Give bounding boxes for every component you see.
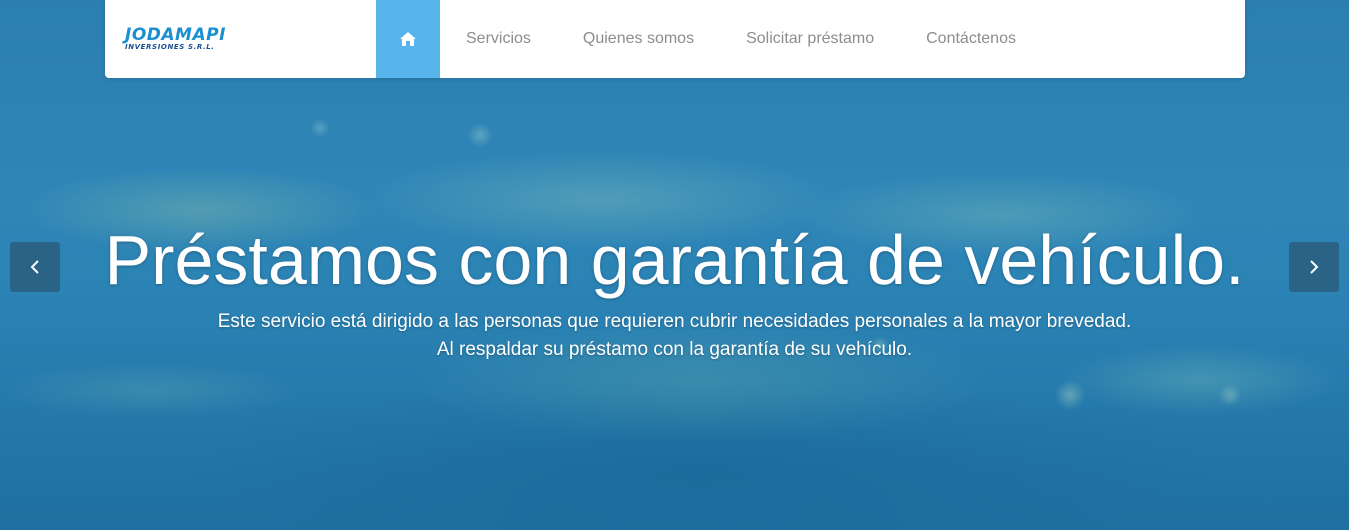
nav-item-quienes-somos[interactable]: Quienes somos <box>557 0 720 78</box>
top-navbar: JODAMAPI INVERSIONES S.R.L. Servicios Qu… <box>105 0 1245 78</box>
nav-item-servicios[interactable]: Servicios <box>440 0 557 78</box>
nav-home-button[interactable] <box>376 0 440 78</box>
nav-item-contactenos[interactable]: Contáctenos <box>900 0 1042 78</box>
home-icon <box>400 32 416 46</box>
brand-name: JODAMAPI <box>125 24 226 45</box>
brand-logo[interactable]: JODAMAPI INVERSIONES S.R.L. <box>105 0 376 78</box>
hero-carousel: JODAMAPI INVERSIONES S.R.L. Servicios Qu… <box>0 0 1349 530</box>
hero-description: Este servicio está dirigido a las person… <box>0 308 1349 364</box>
brand-subtitle: INVERSIONES S.R.L. <box>125 42 215 51</box>
hero-description-line-1: Este servicio está dirigido a las person… <box>217 311 1132 332</box>
hero-headline: Préstamos con garantía de vehículo. <box>104 221 1245 299</box>
nav-item-solicitar-prestamo[interactable]: Solicitar préstamo <box>720 0 900 78</box>
hero-description-line-2: Al respaldar su préstamo con la garantía… <box>436 339 913 360</box>
